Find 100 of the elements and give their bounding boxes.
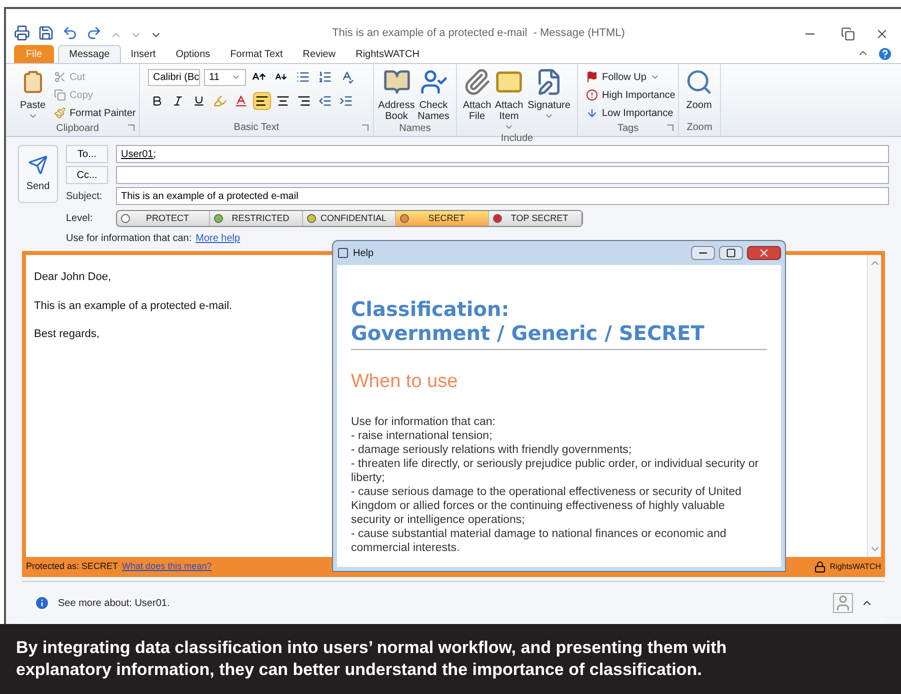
- signature-button[interactable]: Signature: [525, 68, 573, 121]
- help-text: - cause substantial material damage to national finances or economic and commercial interests.: [351, 526, 728, 554]
- dialog-launcher-icon[interactable]: [127, 124, 135, 132]
- highlighter-icon: [213, 94, 227, 108]
- zoom-button[interactable]: Zoom: [683, 68, 715, 111]
- spell-check-icon: [340, 70, 354, 84]
- align-button[interactable]: [253, 92, 271, 110]
- address-book-button[interactable]: Address Book: [378, 68, 415, 122]
- paintbrush-icon: [54, 107, 66, 119]
- help-text: - damage seriously relations with friendly governments;: [351, 442, 633, 456]
- lock-icon: [814, 561, 826, 573]
- low-importance-button[interactable]: Low Importance: [582, 104, 680, 122]
- subject-field[interactable]: This is an example of a protected e-mail: [116, 187, 889, 205]
- bullet-list-icon: [296, 70, 310, 84]
- undo-icon[interactable]: [62, 25, 78, 41]
- brand-text: RightsWATCH: [830, 561, 881, 573]
- copy-icon: [54, 89, 66, 101]
- attach-item-button[interactable]: Attach Item: [493, 68, 525, 132]
- help-heading: Classification:: [351, 297, 510, 321]
- ribbon-tab[interactable]: Options: [166, 45, 220, 63]
- minimize-button[interactable]: [691, 246, 715, 260]
- contact-picture-icon: [833, 593, 853, 613]
- cc-button[interactable]: Cc...: [66, 166, 108, 184]
- cc-field[interactable]: [116, 166, 889, 184]
- redo-icon[interactable]: [86, 25, 102, 41]
- group-label: Basic Text: [234, 121, 280, 135]
- ribbon-tab[interactable]: Message: [58, 45, 121, 63]
- more-help-link[interactable]: More help: [196, 231, 240, 246]
- align-icon: [276, 94, 290, 108]
- group-label: Clipboard: [56, 122, 99, 136]
- user-check-icon: [420, 68, 448, 96]
- help-text: - raise international tension;: [351, 428, 494, 442]
- book-icon: [382, 68, 410, 96]
- level-option[interactable]: PROTECT: [117, 211, 210, 226]
- group-label: Include: [500, 132, 534, 146]
- help-heading: Government / Generic / SECRET: [351, 321, 706, 345]
- to-field[interactable]: User01;: [116, 145, 889, 163]
- attach-file-button[interactable]: Attach File: [461, 68, 493, 122]
- level-option[interactable]: SECRET: [396, 211, 489, 226]
- restore-icon[interactable]: [841, 27, 855, 41]
- level-label: Level:: [66, 212, 94, 226]
- group-label: Tags: [617, 122, 639, 136]
- ribbon-tab[interactable]: RightsWATCH: [346, 45, 430, 63]
- check-names-button[interactable]: Check Names: [415, 68, 452, 122]
- level-option[interactable]: TOP SECRET: [489, 211, 582, 226]
- align-icon: [255, 94, 269, 108]
- magnifier-icon: [685, 68, 713, 96]
- body-text: Best regards,: [34, 327, 100, 342]
- exclamation-icon: [586, 89, 598, 101]
- maximize-icon: [726, 248, 736, 258]
- window-title: This is an example of a protected e-mail - Message (HTML): [332, 26, 625, 40]
- help-text: - threaten life directly, or seriously prejudice public order, or individual security or liberty;: [351, 456, 760, 484]
- paperclip-icon: [463, 68, 491, 96]
- align-icon: [297, 94, 311, 108]
- help-text: - cause serious damage to the operational effectiveness or security of United Kingdom or allied forces or the continuing effectiveness of highly valuable security or intelligence operations;: [351, 484, 742, 526]
- help-title: Help: [353, 246, 375, 260]
- help-text: Use for information that can:: [351, 414, 496, 428]
- font-size-field[interactable]: 11: [204, 68, 246, 86]
- ribbon-tab[interactable]: Insert: [120, 45, 166, 63]
- help-icon[interactable]: [877, 46, 893, 62]
- ribbon-tab[interactable]: Format Text: [220, 45, 293, 63]
- numbered-list-icon: [318, 70, 332, 84]
- underline-icon: [193, 95, 205, 107]
- close-button[interactable]: [747, 246, 781, 260]
- close-icon[interactable]: [875, 27, 889, 41]
- decrease-indent-icon: [318, 94, 332, 108]
- bold-icon: [151, 95, 163, 107]
- body-text: Dear John Doe,: [34, 270, 112, 285]
- close-icon: [758, 247, 770, 259]
- high-importance-button[interactable]: High Importance: [582, 86, 680, 104]
- subject-label: Subject:: [66, 190, 104, 204]
- group-label: Zoom: [686, 121, 712, 135]
- caption-text: By integrating data classification into users’ normal workflow, and presenting them with explanatory information, they can better understand the importance of classification.: [16, 637, 728, 681]
- info-icon: [34, 595, 50, 611]
- send-button[interactable]: Send: [18, 145, 58, 203]
- paste-button[interactable]: Paste: [20, 68, 46, 121]
- maximize-button[interactable]: [719, 246, 743, 260]
- window-icon: [337, 247, 349, 259]
- help-subheading: When to use: [351, 370, 459, 394]
- save-icon[interactable]: [38, 25, 54, 41]
- level-option[interactable]: RESTRICTED: [210, 211, 303, 226]
- group-label: Names: [399, 122, 431, 136]
- ribbon-tab[interactable]: Review: [292, 45, 346, 63]
- follow-up-button[interactable]: Follow Up: [582, 68, 650, 86]
- dialog-launcher-icon[interactable]: [361, 124, 369, 132]
- italic-icon: [172, 95, 184, 107]
- scissors-icon: [54, 71, 66, 83]
- font-color-icon: [234, 94, 248, 108]
- status-text: See more about: User01.: [58, 596, 170, 610]
- send-icon: [28, 154, 48, 174]
- to-button[interactable]: To...: [66, 145, 108, 163]
- body-text: This is an example of a protected e-mail.: [34, 298, 232, 314]
- info-text: Use for information that can:: [66, 232, 192, 246]
- dialog-launcher-icon[interactable]: [666, 124, 674, 132]
- protection-status: Protected as: SECRET: [26, 560, 118, 572]
- down-arrow-icon: [586, 107, 598, 119]
- increase-indent-icon: [339, 94, 353, 108]
- font-name-field[interactable]: Calibri (Bc: [148, 68, 200, 86]
- format-painter-button[interactable]: Format Painter: [50, 104, 140, 122]
- flag-icon: [586, 71, 598, 83]
